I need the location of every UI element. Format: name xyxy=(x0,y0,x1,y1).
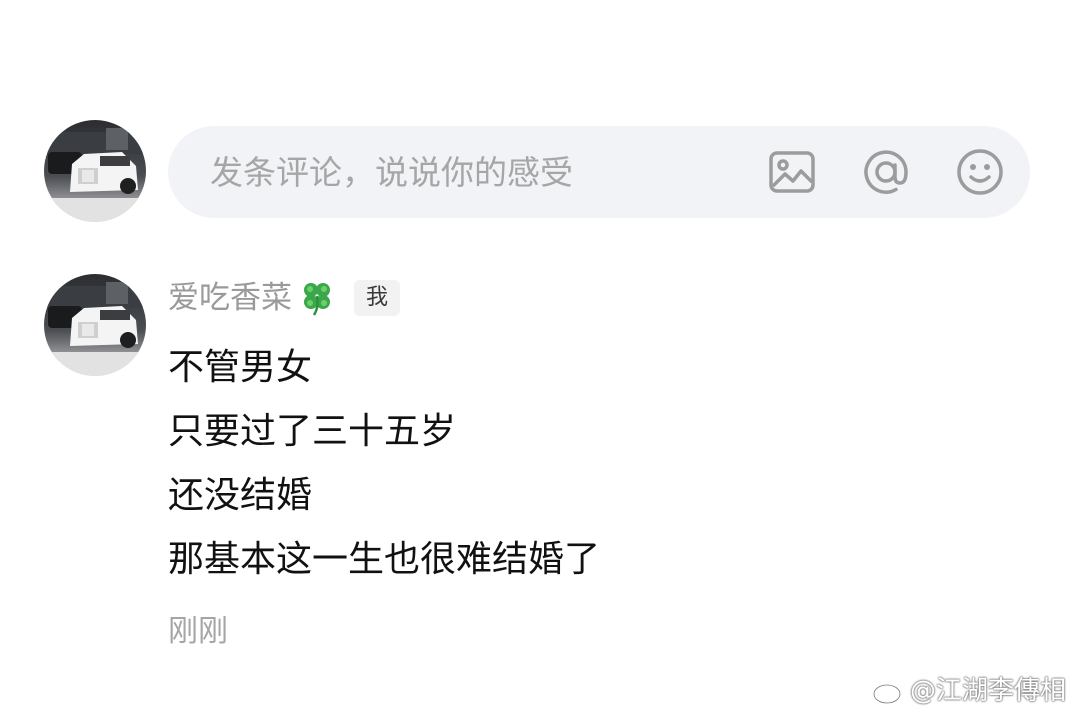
comment-line: 还没结婚 xyxy=(168,475,313,516)
at-icon[interactable] xyxy=(860,146,912,198)
me-badge: 我 xyxy=(354,280,401,316)
comment-timestamp: 刚刚 xyxy=(168,614,228,649)
comment-line: 只要过了三十五岁 xyxy=(168,411,457,452)
comment-text[interactable]: 不管男女 只要过了三十五岁 还没结婚 那基本这一生也很难结婚了 xyxy=(168,336,1028,592)
commenter-avatar[interactable] xyxy=(44,274,146,376)
commenter-username[interactable]: 爱吃香菜 xyxy=(168,272,292,324)
weibo-logo-icon xyxy=(872,676,906,706)
comment-line: 那基本这一生也很难结婚了 xyxy=(168,539,601,580)
watermark-text: @江湖李傳相 xyxy=(909,676,1066,706)
comment-input[interactable] xyxy=(210,126,750,218)
emoji-icon[interactable] xyxy=(954,146,1006,198)
comment-header: 爱吃香菜 我 xyxy=(168,272,401,324)
comment-panel: 爱吃香菜 我 不管男女 只要过了三十五岁 xyxy=(0,0,1080,716)
image-icon[interactable] xyxy=(766,146,818,198)
watermark: @江湖李傳相 xyxy=(872,672,1066,710)
comment-input-bar[interactable] xyxy=(168,126,1030,218)
comment-line: 不管男女 xyxy=(168,347,313,388)
current-user-avatar[interactable] xyxy=(44,120,146,222)
four-leaf-clover-icon xyxy=(296,277,338,319)
